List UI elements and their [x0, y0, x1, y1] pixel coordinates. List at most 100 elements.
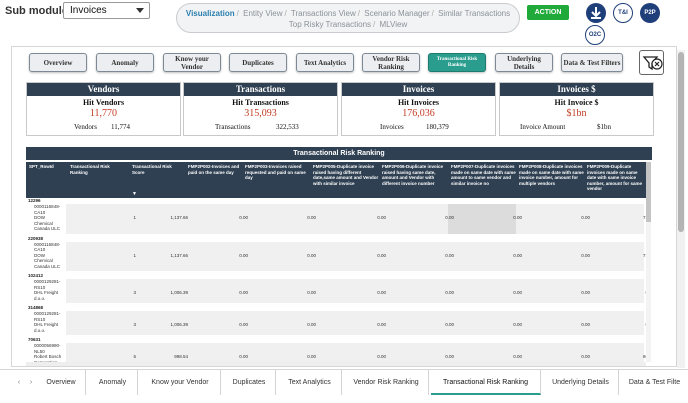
table-cell: 0.00 [513, 215, 522, 220]
table-scrollbar[interactable] [646, 162, 651, 362]
chevron-right-icon[interactable]: › [26, 370, 36, 395]
table-cell: 1 [133, 215, 136, 220]
column-header[interactable]: SPT_RowId [29, 164, 67, 170]
page-tab-vendor-risk-ranking[interactable]: Vendor Risk Ranking [344, 370, 429, 395]
tab-data-test-filters[interactable]: Data & Test Filters [561, 53, 623, 72]
table-cell: 0.00 [239, 322, 248, 327]
kpi-title: Vendors [27, 83, 180, 96]
kpi-label: Hit Invoice $ [554, 98, 599, 107]
column-header[interactable]: FMP2P008-Duplicate invoices made on same… [519, 164, 584, 186]
nav-top-risky-transactions[interactable]: Top Risky Transactions [289, 20, 371, 29]
column-header[interactable]: Transactional Risk Ranking [70, 164, 125, 175]
column-header[interactable]: Transactional Risk Score [132, 164, 182, 175]
nav-visualization[interactable]: Visualization [186, 9, 235, 18]
column-header[interactable]: FMP2P006-Duplicate invoice raised having… [382, 164, 447, 186]
page-tab-underlying-details[interactable]: Underlying Details [543, 370, 619, 395]
table-cell: 0.00 [307, 215, 316, 220]
kpi-sub-label: Invoices [380, 123, 404, 131]
clear-filter-icon[interactable] [639, 50, 664, 75]
table-cell: 0.00 [377, 322, 386, 327]
chevron-left-icon[interactable]: ‹ [14, 370, 24, 395]
table-cell: 0.00 [445, 322, 454, 327]
table-cell: 1,006.39 [170, 322, 188, 327]
nav-entity-view[interactable]: Entity View [243, 9, 282, 18]
kpi-title: Invoices [342, 83, 495, 96]
page-tab-know-your-vendor[interactable]: Know your Vendor [140, 370, 221, 395]
table-cell: 0 [608, 290, 646, 295]
page-tab-overview[interactable]: Overview [37, 370, 86, 395]
kpi-value: $1bn [566, 108, 587, 119]
table-title: Transactional Risk Ranking [26, 147, 652, 160]
column-header[interactable]: FMP2P007-Duplicate invoices made on same… [451, 164, 516, 186]
column-header[interactable]: FMP2P002-Invoices and paid on the same d… [188, 164, 244, 175]
column-header[interactable]: FMP2P003-Invoices raised requested and p… [245, 164, 309, 181]
o2c-button[interactable]: O2C [585, 25, 605, 45]
tab-overview[interactable]: Overview [29, 53, 87, 72]
action-button[interactable]: ACTION [527, 5, 569, 20]
row-id-cell: 0000116848- CA10 DOW Chemical Canada ULC [34, 204, 61, 231]
tab-underlying-details[interactable]: Underlying Details [495, 53, 553, 72]
p2p-button[interactable]: P2P [640, 3, 660, 23]
table-cell: 0.00 [581, 354, 590, 359]
top-bar: Sub module:* Invoices Visualization/ Ent… [0, 0, 688, 46]
page-scrollbar[interactable] [677, 50, 685, 368]
table-cell: 0.00 [377, 354, 386, 359]
column-header[interactable]: FMP2P005-Duplicate invoice raised having… [313, 164, 379, 186]
page-tab-anomaly[interactable]: Anomaly [88, 370, 138, 395]
kpi-label: Hit Transactions [232, 98, 289, 107]
nav-transactions-view[interactable]: Transactions View [291, 9, 356, 18]
table-cell: 0.00 [307, 252, 316, 258]
group-id: 102412 [28, 273, 44, 278]
kpi-sub-label: Transactions [215, 123, 251, 131]
kpi-label: Hit Invoices [397, 98, 440, 107]
table-cell: 998.54 [174, 354, 188, 359]
table-horizontal-scrollbar[interactable] [26, 362, 646, 366]
page-tab-bar: ‹ › Overview Anomaly Know your Vendor Du… [0, 369, 688, 395]
tab-duplicates[interactable]: Duplicates [229, 53, 287, 72]
kpi-sub-value: $1bn [597, 123, 611, 131]
table-cell: 71 [642, 252, 646, 258]
page-tab-text-analytics[interactable]: Text Analytics [278, 370, 342, 395]
table-cell: 0.00 [377, 215, 386, 220]
sort-desc-icon[interactable]: ▼ [132, 191, 137, 197]
table-cell: 1 [133, 252, 136, 258]
page-tab-transactional-risk-ranking[interactable]: Transactional Risk Ranking [431, 370, 541, 395]
table-cell: 0.00 [445, 354, 454, 359]
table-cell: 0.00 [307, 290, 316, 295]
table-cell: 5 [133, 354, 136, 359]
kpi-sub-value: 11,774 [111, 123, 130, 131]
submodule-select[interactable]: Invoices [63, 2, 150, 19]
tab-anomaly[interactable]: Anomaly [96, 53, 154, 72]
nav-mlview[interactable]: MLView [380, 20, 408, 29]
kpi-sub-value: 180,379 [426, 123, 449, 131]
tab-transactional-risk-ranking[interactable]: Transactional Risk Ranking [428, 53, 486, 72]
tab-text-analytics[interactable]: Text Analytics [296, 53, 354, 72]
kpi-card-invoices: Invoices Hit Invoices 176,036 Invoices 1… [341, 82, 496, 136]
column-header[interactable]: FMP2P009-Duplicate invoices made on same… [587, 164, 645, 192]
group-id: 12296 [28, 198, 41, 203]
table-cell: 1,137.66 [170, 215, 188, 220]
table-cell: 0.00 [513, 252, 522, 258]
nav-similar-transactions[interactable]: Similar Transactions [438, 9, 510, 18]
row-id-cell: 0000116848- CA10 DOW Chemical Canada ULC [34, 241, 61, 269]
table-cell: 0.00 [581, 215, 590, 220]
nav-scenario-manager[interactable]: Scenario Manager [364, 9, 429, 18]
tab-know-your-vendor[interactable]: Know your Vendor [163, 53, 221, 72]
download-icon[interactable] [586, 3, 606, 23]
table-cell: 1,137.66 [170, 252, 188, 258]
table-row[interactable] [66, 343, 644, 363]
table-cell: 0 [608, 322, 646, 327]
page-tab-duplicates[interactable]: Duplicates [223, 370, 276, 395]
table-cell: 0.00 [581, 252, 590, 258]
table-cell: 86 [642, 354, 646, 359]
kpi-sub-value: 322,533 [276, 123, 299, 131]
chevron-down-icon [136, 8, 144, 13]
kpi-title: Invoices $ [500, 83, 653, 96]
page-tab-data-test-filters[interactable]: Data & Test Filte [621, 370, 688, 395]
tab-vendor-risk-ranking[interactable]: Vendor Risk Ranking [362, 53, 420, 72]
tandi-button[interactable]: T&I [613, 3, 633, 23]
table-cell: 0.00 [445, 215, 454, 220]
table-cell: 0.00 [307, 322, 316, 327]
row-id-cell: 0000129281- RS10 DHL Freight d.o.o. [34, 279, 61, 301]
table-cell: 0.00 [581, 290, 590, 295]
